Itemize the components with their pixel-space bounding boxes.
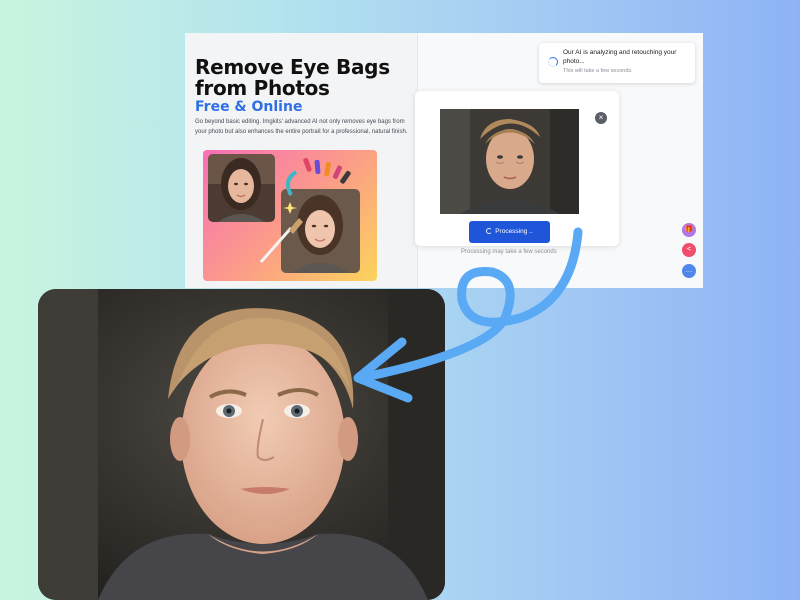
- curved-arrow-icon: [353, 227, 583, 403]
